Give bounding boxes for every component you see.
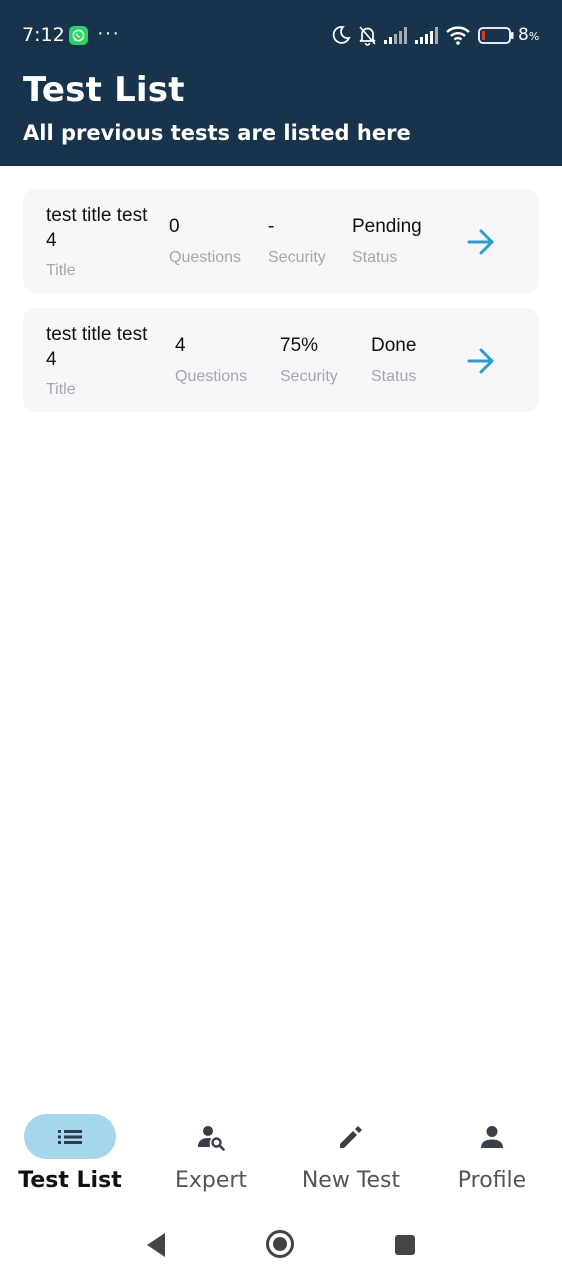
moon-icon xyxy=(331,25,351,50)
bottom-navigation: Test List Expert New Test Profile xyxy=(0,1100,562,1212)
nav-item-new-test[interactable]: New Test xyxy=(286,1100,416,1210)
recents-icon[interactable] xyxy=(394,1234,416,1256)
battery-percent: 8% xyxy=(518,25,540,45)
nav-item-test-list[interactable]: Test List xyxy=(5,1100,135,1210)
questions-label: Questions xyxy=(169,249,242,266)
questions-value: 0 xyxy=(169,216,180,237)
title-label: Title xyxy=(46,262,76,279)
nav-label: Profile xyxy=(457,1168,527,1193)
nav-label: Test List xyxy=(18,1168,122,1193)
more-notifications-icon: ··· xyxy=(97,22,120,44)
test-card[interactable]: test title test 4 Title 4 Questions 75% … xyxy=(23,308,539,412)
pencil-icon xyxy=(340,1126,362,1148)
test-card[interactable]: test title test 4 Title 0 Questions - Se… xyxy=(23,189,539,293)
list-icon xyxy=(58,1130,82,1144)
back-icon[interactable] xyxy=(145,1230,169,1260)
nav-label: New Test xyxy=(301,1168,401,1193)
nav-item-expert[interactable]: Expert xyxy=(146,1100,276,1210)
status-label: Status xyxy=(371,368,417,385)
status-label: Status xyxy=(352,249,398,266)
security-value: - xyxy=(268,216,275,237)
security-label: Security xyxy=(268,249,326,266)
whatsapp-icon xyxy=(69,26,88,45)
status-bar: 7:12 ··· 8% xyxy=(0,0,562,70)
status-value: Done xyxy=(371,335,417,356)
nav-item-profile[interactable]: Profile xyxy=(427,1100,557,1210)
arrow-right-icon[interactable] xyxy=(465,227,497,257)
questions-label: Questions xyxy=(175,368,248,385)
app-header: 7:12 ··· 8% Test List All previous tests… xyxy=(0,0,562,166)
test-title: test title test 4 xyxy=(46,324,148,370)
person-icon xyxy=(481,1126,503,1148)
questions-value: 4 xyxy=(175,335,186,356)
title-label: Title xyxy=(46,381,76,398)
signal-2-icon xyxy=(414,25,440,50)
wifi-icon xyxy=(446,25,470,50)
arrow-right-icon[interactable] xyxy=(465,346,497,376)
system-navigation-bar xyxy=(0,1212,562,1280)
nav-label: Expert xyxy=(174,1168,248,1193)
home-icon[interactable] xyxy=(265,1229,295,1259)
security-value: 75% xyxy=(280,335,319,356)
page-subtitle: All previous tests are listed here xyxy=(23,121,411,145)
battery-icon xyxy=(478,27,514,49)
security-label: Security xyxy=(280,368,338,385)
person-search-icon xyxy=(198,1126,225,1151)
bell-off-icon xyxy=(357,25,378,51)
status-time: 7:12 xyxy=(22,24,65,46)
signal-1-icon xyxy=(383,25,409,50)
test-title: test title test 4 xyxy=(46,205,148,251)
status-value: Pending xyxy=(352,216,422,237)
page-title: Test List xyxy=(23,70,185,110)
